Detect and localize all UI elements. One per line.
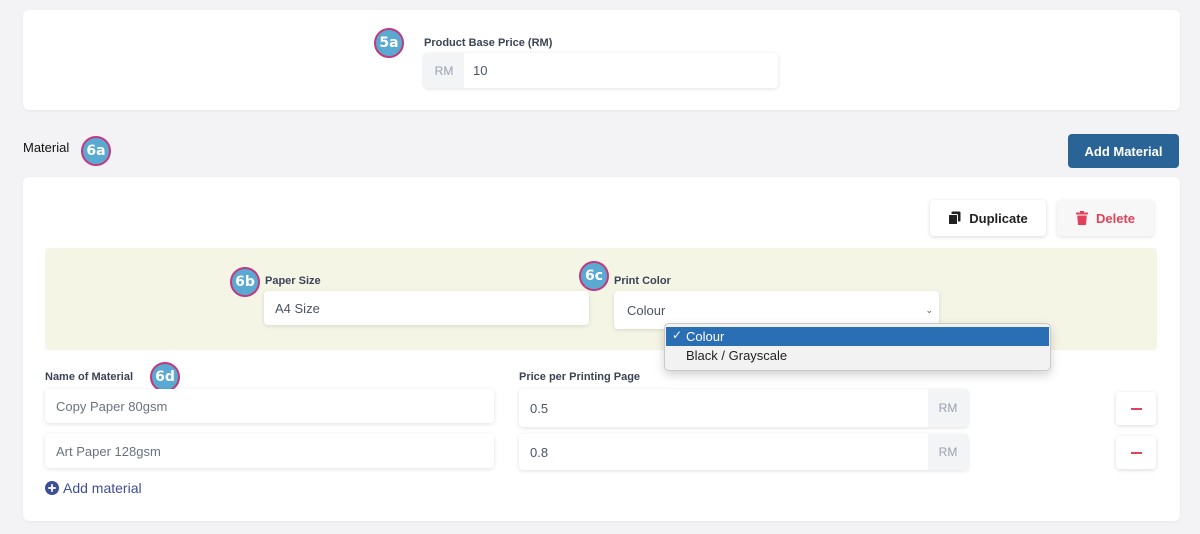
badge-6b: 6b xyxy=(230,267,260,297)
add-material-link[interactable]: Add material xyxy=(45,480,142,496)
base-price-prefix: RM xyxy=(424,53,464,88)
material-price-value: 0.5 xyxy=(530,400,549,416)
name-of-material-label: Name of Material xyxy=(45,371,134,383)
material-name-input[interactable]: Art Paper 128gsm xyxy=(45,434,494,468)
paper-size-value: A4 Size xyxy=(275,300,320,316)
paper-size-label: Paper Size xyxy=(265,275,321,287)
material-price-value: 0.8 xyxy=(530,444,549,460)
badge-6d: 6d xyxy=(150,362,180,392)
print-color-option[interactable]: Black / Grayscale xyxy=(666,346,1049,365)
material-section-title: Material xyxy=(23,140,70,155)
print-color-label: Print Color xyxy=(614,275,671,287)
material-price-input[interactable]: 0.8 RM xyxy=(519,434,968,470)
paper-size-input[interactable]: A4 Size xyxy=(264,291,589,325)
material-name-value: Copy Paper 80gsm xyxy=(56,398,168,414)
add-material-button[interactable]: Add Material xyxy=(1068,134,1179,168)
chevron-down-icon: ⌄ xyxy=(925,304,933,315)
add-material-link-label: Add material xyxy=(63,480,142,496)
minus-icon xyxy=(1130,451,1142,454)
copy-icon xyxy=(948,211,961,225)
duplicate-label: Duplicate xyxy=(969,210,1028,226)
duplicate-button[interactable]: Duplicate xyxy=(930,200,1046,236)
delete-label: Delete xyxy=(1095,210,1136,226)
material-price-unit: RM xyxy=(928,434,968,470)
material-price-input[interactable]: 0.5 RM xyxy=(519,389,968,427)
base-price-value: 10 xyxy=(473,63,488,78)
material-price-unit: RM xyxy=(928,389,968,427)
checkmark-icon: ✓ xyxy=(672,328,683,342)
print-color-value: Colour xyxy=(627,302,666,318)
price-per-page-label: Price per Printing Page xyxy=(519,371,641,383)
remove-row-button[interactable] xyxy=(1116,436,1156,469)
plus-circle-icon xyxy=(45,481,59,495)
remove-row-button[interactable] xyxy=(1116,392,1156,425)
trash-icon xyxy=(1075,211,1088,225)
delete-button[interactable]: Delete xyxy=(1057,200,1154,236)
print-color-option-label: Colour xyxy=(686,329,725,344)
base-price-label: Product Base Price (RM) xyxy=(424,37,553,49)
minus-icon xyxy=(1130,407,1142,410)
badge-6c: 6c xyxy=(579,261,609,291)
badge-6a: 6a xyxy=(81,136,111,166)
print-color-option-label: Black / Grayscale xyxy=(686,348,788,363)
material-name-input[interactable]: Copy Paper 80gsm xyxy=(45,389,494,423)
material-name-value: Art Paper 128gsm xyxy=(56,443,161,459)
base-price-input[interactable]: RM 10 xyxy=(424,53,778,88)
print-color-option[interactable]: ✓ Colour xyxy=(666,327,1049,346)
print-color-dropdown: ✓ Colour Black / Grayscale xyxy=(664,323,1051,371)
badge-5a: 5a xyxy=(374,28,404,58)
